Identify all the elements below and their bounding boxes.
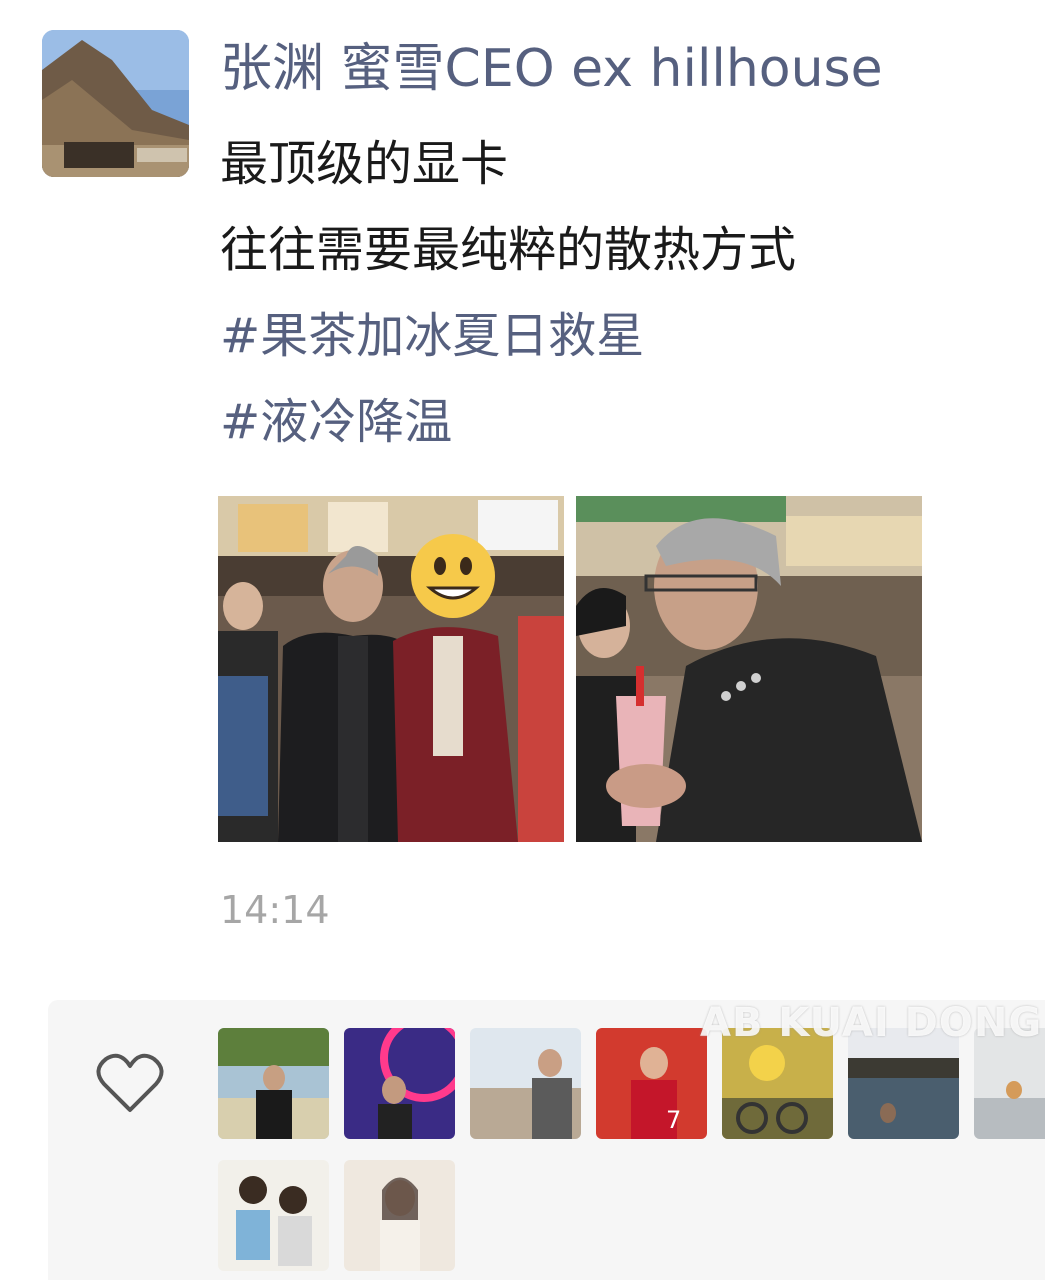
liker-avatar[interactable] [470, 1028, 581, 1139]
author-name[interactable]: 张渊 蜜雪CEO ex hillhouse [220, 36, 883, 102]
post-text-line-1: 最顶级的显卡 [220, 136, 509, 192]
liker-avatar[interactable] [344, 1160, 455, 1271]
moments-post: 张渊 蜜雪CEO ex hillhouse 最顶级的显卡 往往需要最纯粹的散热方… [0, 0, 1045, 1280]
liker-avatar[interactable] [218, 1160, 329, 1271]
hashtag-2[interactable]: #液冷降温 [220, 392, 452, 452]
post-text-line-2: 往往需要最纯粹的散热方式 [220, 222, 797, 278]
post-photo-1[interactable] [218, 496, 564, 842]
watermark: AB KUAI DONG [700, 1000, 1043, 1046]
hashtag-1[interactable]: #果茶加冰夏日救星 [220, 306, 644, 366]
heart-icon[interactable] [96, 1052, 164, 1114]
liker-avatar[interactable] [218, 1028, 329, 1139]
author-avatar[interactable] [42, 30, 189, 177]
liker-avatar[interactable]: 7 [596, 1028, 707, 1139]
svg-text:7: 7 [666, 1106, 681, 1134]
liker-avatar[interactable] [344, 1028, 455, 1139]
post-timestamp: 14:14 [220, 888, 330, 932]
post-photo-2[interactable] [576, 496, 922, 842]
